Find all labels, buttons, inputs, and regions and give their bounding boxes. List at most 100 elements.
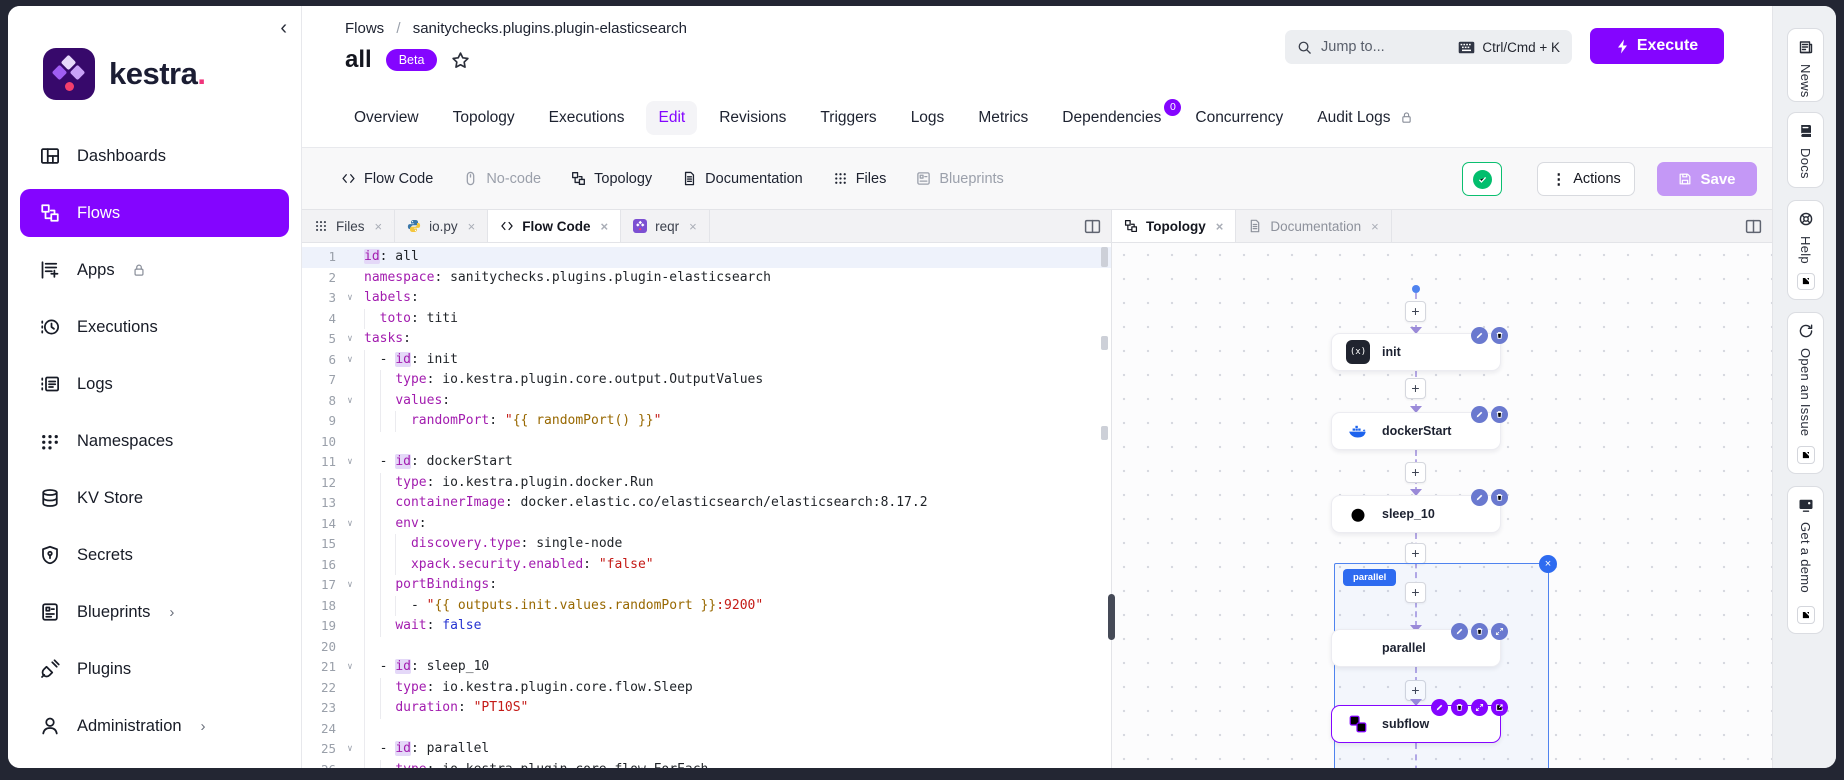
- tab-metrics[interactable]: Metrics: [966, 101, 1040, 135]
- pencil-icon[interactable]: [1471, 489, 1488, 506]
- topology-tab-documentation[interactable]: Documentation×: [1236, 210, 1391, 242]
- rail-item-help[interactable]: Help: [1787, 200, 1824, 300]
- toolbar-topology[interactable]: Topology: [571, 171, 652, 187]
- toolbar-documentation[interactable]: Documentation: [682, 171, 803, 187]
- sidebar-item-settings[interactable]: Settings: [20, 759, 289, 768]
- node-actions: [1431, 699, 1508, 716]
- sidebar-item-flows[interactable]: Flows: [20, 189, 289, 237]
- code-editor[interactable]: 1id: all2namespace: sanitychecks.plugins…: [302, 243, 1111, 768]
- validation-status-button[interactable]: [1462, 162, 1502, 196]
- topology-canvas[interactable]: +++++parallel×+(x)initdockerStartsleep_1…: [1112, 243, 1772, 768]
- expand-icon[interactable]: [1491, 623, 1508, 640]
- save-button[interactable]: Save: [1657, 162, 1757, 196]
- close-icon[interactable]: ×: [1216, 219, 1224, 234]
- rail-item-news[interactable]: News: [1787, 28, 1824, 102]
- fold-chevron-icon[interactable]: ∨: [342, 391, 358, 412]
- rail-item-open-an-issue[interactable]: Open an Issue: [1787, 312, 1824, 474]
- close-icon[interactable]: ×: [600, 219, 608, 234]
- tab-dependencies[interactable]: Dependencies0: [1050, 101, 1173, 135]
- tab-executions[interactable]: Executions: [537, 101, 637, 135]
- scrollbar-mark[interactable]: [1101, 247, 1108, 267]
- breadcrumb-flows[interactable]: Flows: [345, 20, 384, 37]
- kestra-logo[interactable]: kestra.: [8, 6, 301, 100]
- add-task-button[interactable]: +: [1405, 301, 1426, 322]
- pencil-icon[interactable]: [1451, 623, 1468, 640]
- editor-tab-reqr[interactable]: reqr×: [621, 210, 710, 242]
- tab-triggers[interactable]: Triggers: [808, 101, 888, 135]
- sidebar-item-logs[interactable]: Logs: [20, 360, 289, 408]
- split-view-icon[interactable]: [1745, 218, 1762, 235]
- add-task-button[interactable]: +: [1405, 462, 1426, 483]
- close-icon[interactable]: ×: [689, 219, 697, 234]
- close-icon[interactable]: ×: [375, 219, 383, 234]
- trash-icon[interactable]: [1491, 327, 1508, 344]
- sidebar-item-executions[interactable]: Executions: [20, 303, 289, 351]
- add-task-button[interactable]: +: [1405, 582, 1426, 603]
- code-line: 5∨tasks:: [302, 329, 1111, 350]
- sidebar-item-namespaces[interactable]: Namespaces: [20, 417, 289, 465]
- expand-icon[interactable]: [1471, 699, 1488, 716]
- sidebar-collapse-icon[interactable]: ‹: [280, 18, 287, 38]
- flows-icon: [40, 203, 60, 223]
- fold-chevron-icon[interactable]: ∨: [342, 288, 358, 309]
- pencil-icon[interactable]: [1471, 406, 1488, 423]
- rail-item-get-a-demo[interactable]: Get a demo: [1787, 486, 1824, 634]
- trash-icon[interactable]: [1491, 489, 1508, 506]
- pencil-icon[interactable]: [1471, 327, 1488, 344]
- sidebar-item-kv-store[interactable]: KV Store: [20, 474, 289, 522]
- scrollbar-mark[interactable]: [1101, 336, 1108, 350]
- close-icon[interactable]: ×: [1371, 219, 1379, 234]
- tab-overview[interactable]: Overview: [342, 101, 431, 135]
- sidebar-item-blueprints[interactable]: Blueprints›: [20, 588, 289, 636]
- search-icon: [1297, 40, 1312, 55]
- jump-to-search[interactable]: Jump to... Ctrl/Cmd + K: [1285, 30, 1572, 64]
- split-view-icon[interactable]: [1084, 218, 1101, 235]
- editor-tab-flow-code[interactable]: Flow Code×: [488, 210, 621, 242]
- breadcrumb-namespace[interactable]: sanitychecks.plugins.plugin-elasticsearc…: [413, 20, 687, 37]
- fold-chevron-icon[interactable]: ∨: [342, 575, 358, 596]
- add-task-button[interactable]: +: [1405, 543, 1426, 564]
- editor-tab-files[interactable]: Files×: [302, 210, 395, 242]
- pencil-icon[interactable]: [1431, 699, 1448, 716]
- tab-audit-logs[interactable]: Audit Logs: [1305, 101, 1424, 135]
- fold-chevron-icon[interactable]: ∨: [342, 350, 358, 371]
- line-number: 16: [302, 555, 336, 576]
- sidebar-item-dashboards[interactable]: Dashboards: [20, 132, 289, 180]
- fold-chevron-icon[interactable]: ∨: [342, 739, 358, 760]
- code-token: [364, 311, 380, 326]
- grid-icon: [314, 219, 328, 233]
- toolbar-flow-code[interactable]: Flow Code: [341, 171, 433, 187]
- fold-chevron-icon[interactable]: ∨: [342, 514, 358, 535]
- topology-tab-topology[interactable]: Topology×: [1112, 210, 1236, 242]
- tab-concurrency[interactable]: Concurrency: [1183, 101, 1295, 135]
- trash-icon[interactable]: [1491, 406, 1508, 423]
- trash-icon[interactable]: [1471, 623, 1488, 640]
- toolbar-blueprints[interactable]: Blueprints: [916, 171, 1003, 187]
- fold-chevron-icon[interactable]: ∨: [342, 452, 358, 473]
- scrollbar-mark[interactable]: [1101, 426, 1108, 440]
- tab-topology[interactable]: Topology: [441, 101, 527, 135]
- rail-item-docs[interactable]: Docs: [1787, 112, 1824, 188]
- panel-resize-handle[interactable]: [1108, 594, 1115, 640]
- editor-tab-io-py[interactable]: io.py×: [395, 210, 488, 242]
- fold-chevron-icon[interactable]: ∨: [342, 329, 358, 350]
- toolbar-no-code[interactable]: No-code: [463, 171, 541, 187]
- sidebar-item-plugins[interactable]: Plugins: [20, 645, 289, 693]
- trash-icon[interactable]: [1451, 699, 1468, 716]
- favorite-star-icon[interactable]: [451, 51, 470, 70]
- actions-button[interactable]: ⋮ Actions: [1537, 162, 1635, 196]
- add-task-button[interactable]: +: [1405, 378, 1426, 399]
- ext-icon[interactable]: [1491, 699, 1508, 716]
- execute-button[interactable]: Execute: [1590, 28, 1724, 64]
- sidebar-item-apps[interactable]: Apps: [20, 246, 289, 294]
- fold-chevron-icon[interactable]: ∨: [342, 657, 358, 678]
- code-line: 2namespace: sanitychecks.plugins.plugin-…: [302, 268, 1111, 289]
- cluster-collapse-icon[interactable]: ×: [1539, 555, 1557, 573]
- sidebar-item-administration[interactable]: Administration›: [20, 702, 289, 750]
- toolbar-files[interactable]: Files: [833, 171, 887, 187]
- close-icon[interactable]: ×: [468, 219, 476, 234]
- tab-logs[interactable]: Logs: [899, 101, 957, 135]
- sidebar-item-secrets[interactable]: Secrets: [20, 531, 289, 579]
- tab-revisions[interactable]: Revisions: [707, 101, 798, 135]
- tab-edit[interactable]: Edit: [646, 101, 697, 135]
